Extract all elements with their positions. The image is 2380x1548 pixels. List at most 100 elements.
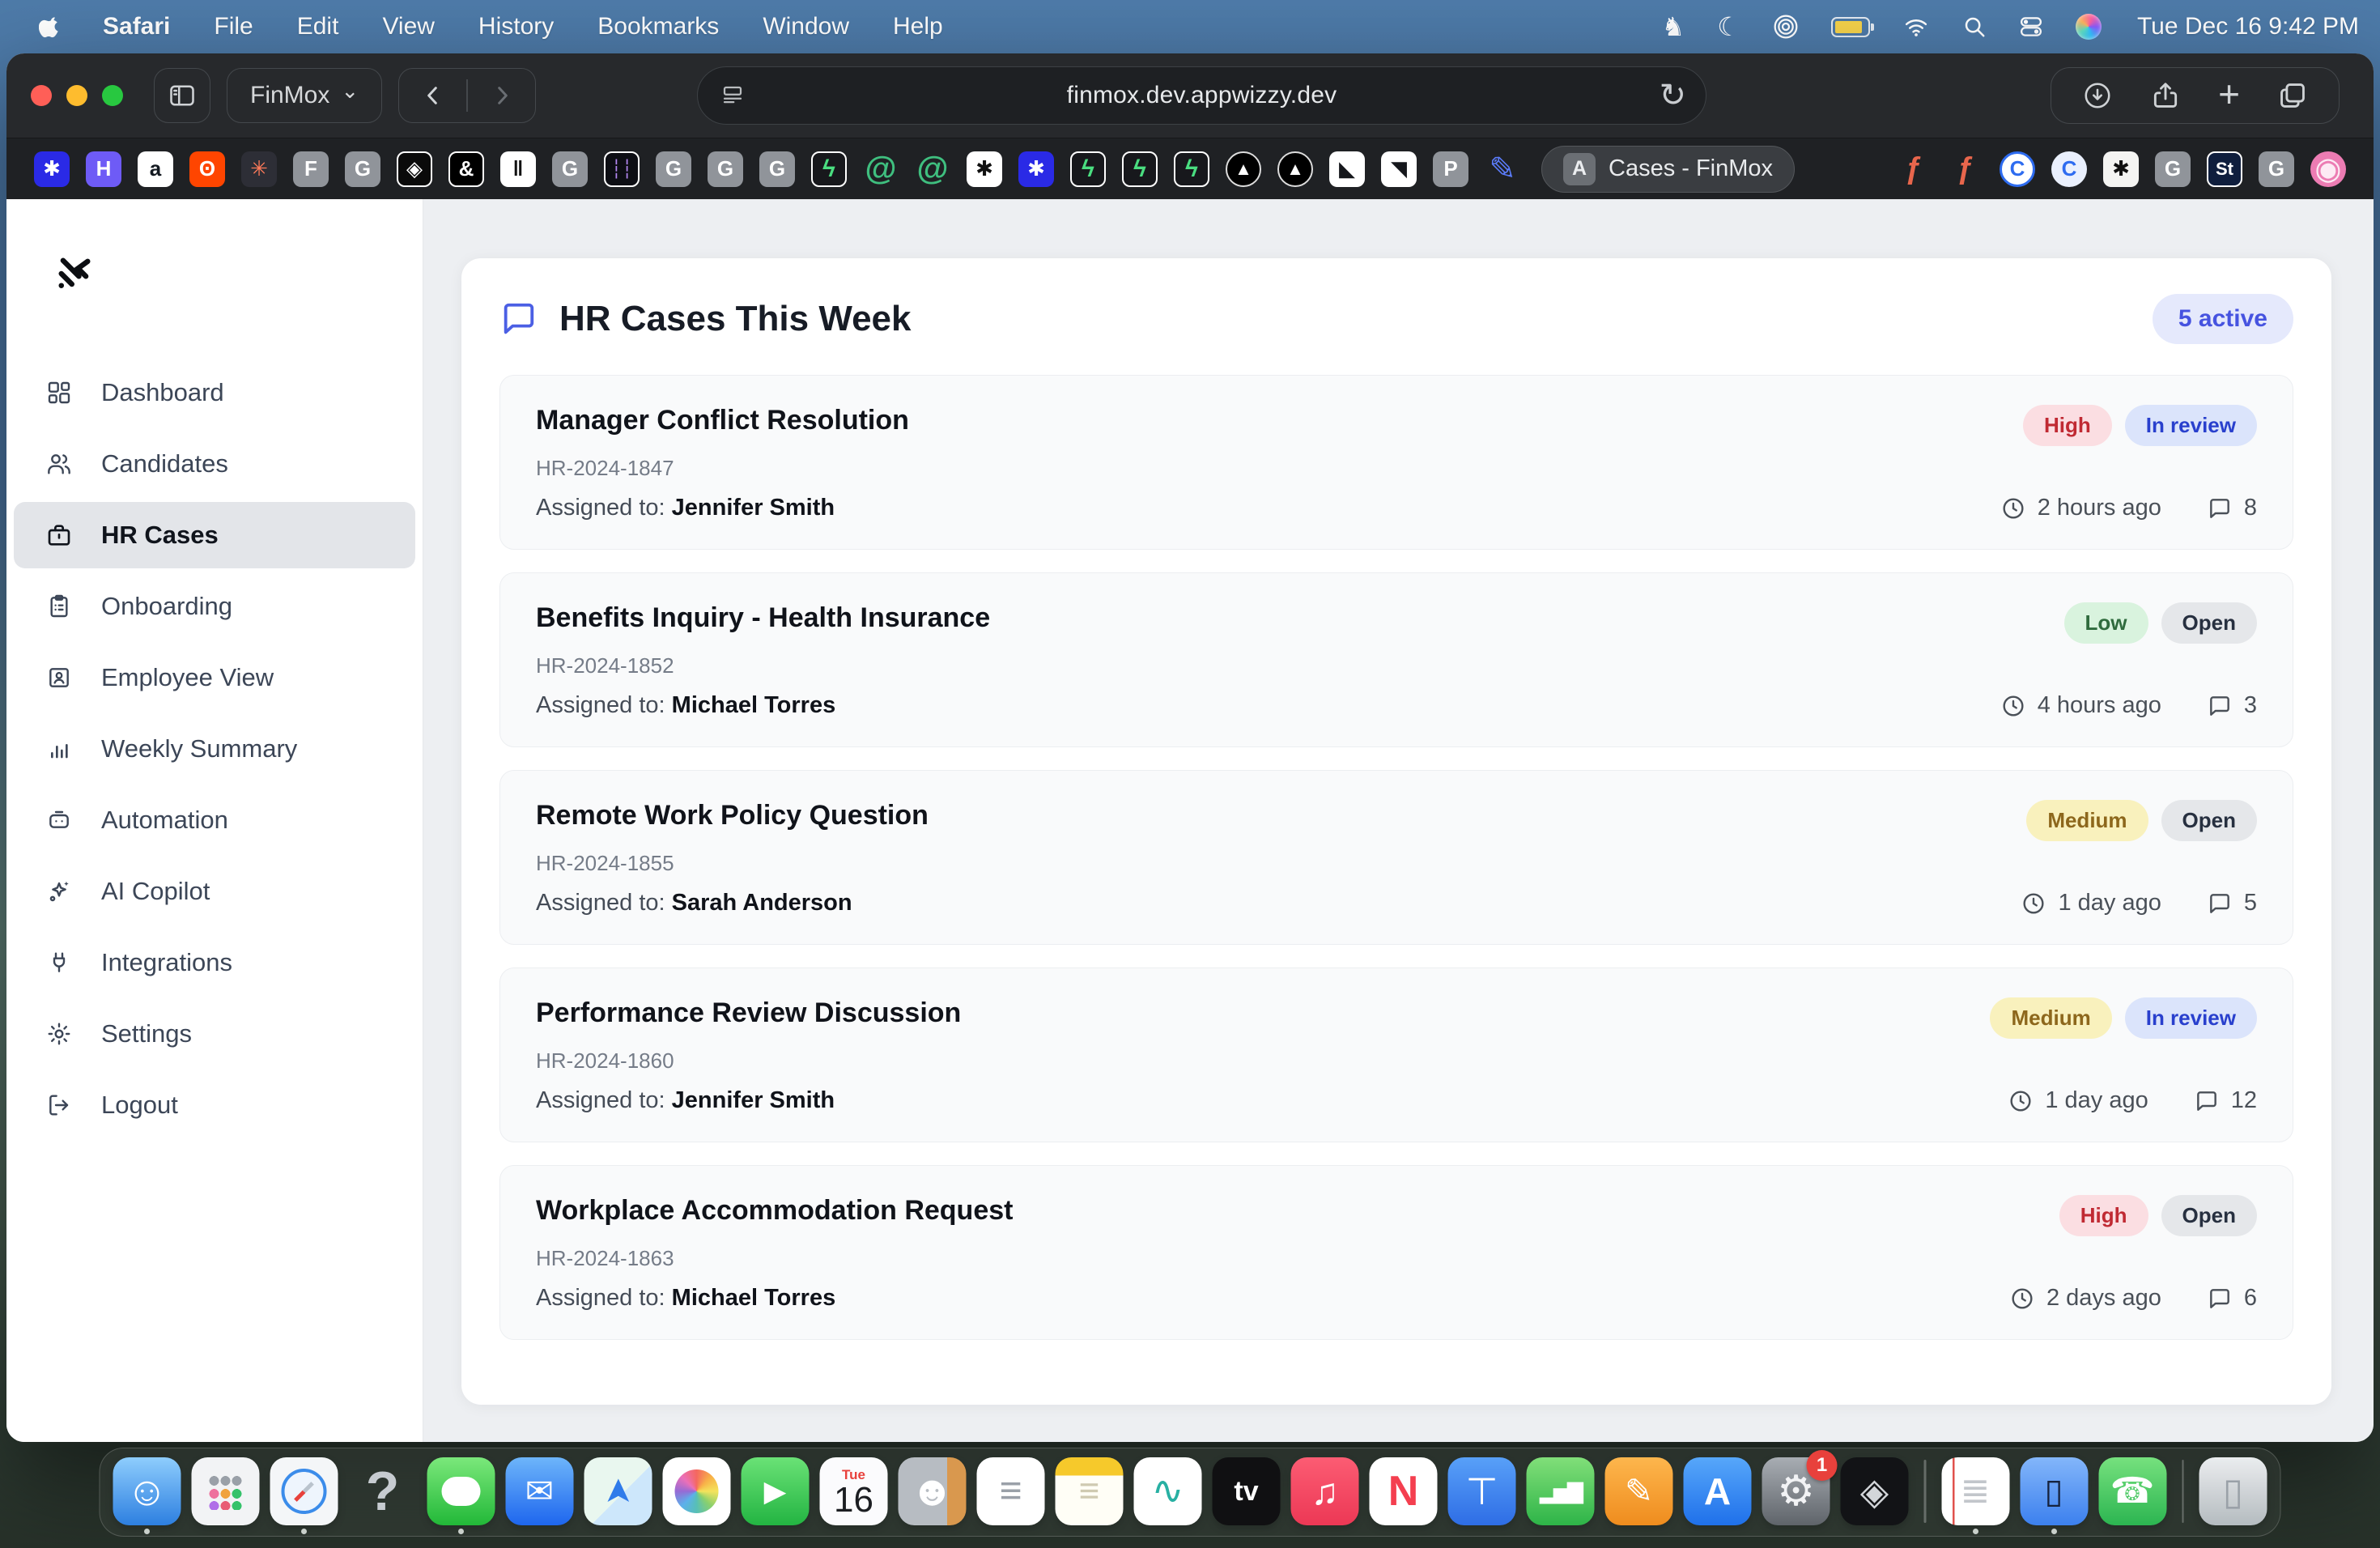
dock-iphone-mirroring[interactable]: ▯: [2020, 1457, 2088, 1525]
bolt-favicon-4[interactable]: ϟ: [1174, 151, 1209, 187]
g-grey-favicon-4[interactable]: G: [708, 151, 743, 187]
reload-icon[interactable]: ↻: [1659, 79, 1686, 112]
dock-notes[interactable]: ≡: [1056, 1457, 1124, 1525]
siri-icon[interactable]: [2076, 14, 2102, 40]
reddit-favicon[interactable]: ʘ: [189, 151, 225, 187]
spiral-favicon-1[interactable]: @: [863, 151, 899, 187]
openai-light-favicon[interactable]: ✱: [2103, 151, 2139, 187]
dock-pages[interactable]: ✎: [1605, 1457, 1673, 1525]
dock-phone[interactable]: ☎: [2098, 1457, 2166, 1525]
framer-favicon[interactable]: ◈: [397, 151, 432, 187]
dock-facetime[interactable]: ▶: [742, 1457, 810, 1525]
dock-reminders[interactable]: ≡: [977, 1457, 1045, 1525]
spotlight-icon[interactable]: [1962, 15, 1987, 39]
active-tab-pill[interactable]: A Cases - FinMox: [1541, 146, 1795, 193]
dock-help[interactable]: ?: [349, 1457, 417, 1525]
menu-edit[interactable]: Edit: [275, 13, 361, 40]
address-bar[interactable]: finmox.dev.appwizzy.dev ↻: [697, 66, 1706, 125]
dock-safari[interactable]: [270, 1457, 338, 1525]
g-grey-favicon-6[interactable]: G: [2155, 151, 2191, 187]
g-grey-favicon-5[interactable]: G: [759, 151, 795, 187]
close-window-button[interactable]: [31, 85, 52, 106]
sidebar-item-candidates[interactable]: Candidates: [14, 431, 415, 497]
sidebar-item-ai-copilot[interactable]: AI Copilot: [14, 858, 415, 925]
menu-history[interactable]: History: [457, 13, 576, 40]
case-card[interactable]: Manager Conflict Resolution High In revi…: [499, 375, 2293, 550]
share-button[interactable]: [2150, 80, 2181, 111]
g-grey-favicon-7[interactable]: G: [2259, 151, 2294, 187]
dock-messages[interactable]: [427, 1457, 495, 1525]
sidebar-item-weekly-summary[interactable]: Weekly Summary: [14, 716, 415, 782]
dock-separator-2[interactable]: [2182, 1460, 2184, 1523]
ampersand-favicon[interactable]: &: [448, 151, 484, 187]
bolt-favicon-2[interactable]: ϟ: [1070, 151, 1106, 187]
sidebar-item-integrations[interactable]: Integrations: [14, 929, 415, 996]
case-card[interactable]: Workplace Accommodation Request High Ope…: [499, 1165, 2293, 1340]
minimize-window-button[interactable]: [66, 85, 87, 106]
chatgpt-blue-favicon-2[interactable]: ✱: [1018, 151, 1054, 187]
tab-overview-button[interactable]: [2277, 80, 2308, 111]
dock-keynote[interactable]: ⊤: [1448, 1457, 1516, 1525]
menubar-clock[interactable]: Tue Dec 16 9:42 PM: [2137, 13, 2359, 40]
dock-calendar[interactable]: Tue 16: [820, 1457, 888, 1525]
downloads-button[interactable]: [2082, 80, 2113, 111]
c-ring-favicon-2[interactable]: C: [2051, 151, 2087, 187]
dock-maps[interactable]: ➤: [584, 1457, 652, 1525]
pause-favicon[interactable]: ‖: [500, 151, 536, 187]
menu-bookmarks[interactable]: Bookmarks: [576, 13, 741, 40]
back-button[interactable]: [399, 69, 466, 122]
sailboat-favicon[interactable]: ◥: [1381, 151, 1417, 187]
sidebar-item-employee-view[interactable]: Employee View: [14, 644, 415, 711]
sidebar-item-onboarding[interactable]: Onboarding: [14, 573, 415, 640]
amazon-favicon[interactable]: a: [138, 151, 173, 187]
dock-trash[interactable]: ▯: [2199, 1457, 2267, 1525]
p-grey-favicon[interactable]: P: [1433, 151, 1468, 187]
dock-news[interactable]: N: [1370, 1457, 1438, 1525]
new-tab-button[interactable]: +: [2218, 75, 2240, 113]
apple-menu-icon[interactable]: [21, 15, 81, 39]
waveform-favicon[interactable]: ┆┆: [604, 151, 640, 187]
zoom-window-button[interactable]: [102, 85, 123, 106]
sidebar-item-automation[interactable]: Automation: [14, 787, 415, 853]
g-grey-favicon-1[interactable]: G: [345, 151, 380, 187]
control-center-icon[interactable]: [2019, 15, 2043, 39]
dock-launchpad[interactable]: [192, 1457, 260, 1525]
menu-view[interactable]: View: [360, 13, 456, 40]
wifi-icon[interactable]: [1902, 15, 1930, 39]
case-card[interactable]: Remote Work Policy Question Medium Open …: [499, 770, 2293, 945]
figma-favicon-1[interactable]: ƒ: [1896, 151, 1932, 187]
linear-favicon[interactable]: H: [86, 151, 121, 187]
g-grey-favicon-2[interactable]: G: [552, 151, 588, 187]
play-circle-favicon-1[interactable]: ▲: [1226, 151, 1261, 187]
focus-moon-icon[interactable]: ☾: [1717, 14, 1740, 40]
case-card[interactable]: Performance Review Discussion Medium In …: [499, 968, 2293, 1142]
hubspot-favicon[interactable]: ✳: [241, 151, 277, 187]
dock-photos[interactable]: [663, 1457, 731, 1525]
pencil-favicon[interactable]: ✎: [1485, 151, 1520, 187]
chatgpt-blue-favicon[interactable]: ✱: [34, 151, 70, 187]
sidebar-toggle-button[interactable]: [154, 68, 210, 123]
dribbble-favicon[interactable]: ◉: [2310, 151, 2346, 187]
dock-appstore[interactable]: A: [1684, 1457, 1752, 1525]
c-ring-favicon-1[interactable]: C: [2000, 151, 2035, 187]
bolt-favicon-1[interactable]: ϟ: [811, 151, 847, 187]
openai-white-favicon[interactable]: ✱: [967, 151, 1002, 187]
dock-finder[interactable]: ☺: [113, 1457, 181, 1525]
battery-icon[interactable]: [1831, 17, 1870, 37]
dock-mail[interactable]: ✉: [506, 1457, 574, 1525]
sidebar-item-dashboard[interactable]: Dashboard: [14, 359, 415, 426]
creature-icon[interactable]: ♞: [1662, 14, 1685, 40]
dock-numbers[interactable]: ▂▅▇: [1527, 1457, 1595, 1525]
dock-music[interactable]: ♫: [1291, 1457, 1359, 1525]
sidebar-item-hr-cases[interactable]: HR Cases: [14, 502, 415, 568]
dock-separator-1[interactable]: [1924, 1460, 1927, 1523]
sidebar-item-logout[interactable]: Logout: [14, 1072, 415, 1138]
figma-favicon-2[interactable]: ƒ: [1948, 151, 1983, 187]
dock-appletv[interactable]: tv: [1213, 1457, 1281, 1525]
airdrop-icon[interactable]: [1773, 14, 1799, 40]
play-circle-favicon-2[interactable]: ▲: [1277, 151, 1313, 187]
sail-favicon-1[interactable]: ◣: [1329, 151, 1365, 187]
bolt-favicon-3[interactable]: ϟ: [1122, 151, 1158, 187]
spiral-favicon-2[interactable]: @: [915, 151, 950, 187]
menu-window[interactable]: Window: [741, 13, 871, 40]
